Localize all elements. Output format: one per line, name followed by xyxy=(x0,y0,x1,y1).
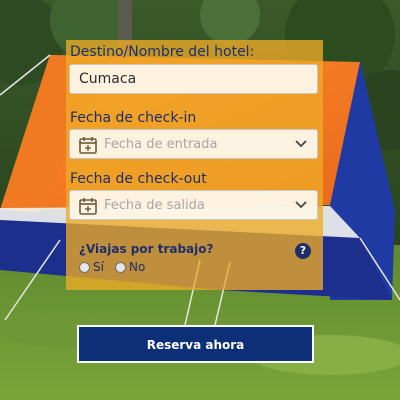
chevron-down-icon[interactable] xyxy=(295,200,307,210)
calendar-icon xyxy=(79,198,97,215)
calendar-icon xyxy=(79,137,97,154)
booking-form: Destino/Nombre del hotel: Cumaca Fecha d… xyxy=(66,40,323,290)
radio-button[interactable] xyxy=(115,261,126,273)
destination-input[interactable]: Cumaca xyxy=(69,64,318,94)
checkin-input[interactable] xyxy=(104,130,294,158)
destination-label: Destino/Nombre del hotel: xyxy=(70,44,255,60)
destination-value: Cumaca xyxy=(79,71,137,87)
radio-label-si: Sí xyxy=(93,260,104,274)
checkin-field[interactable] xyxy=(69,129,318,159)
radio-option-no[interactable]: No xyxy=(115,260,145,274)
checkin-label: Fecha de check-in xyxy=(70,110,197,126)
business-trip-question: ¿Viajas por trabajo? xyxy=(79,242,214,256)
checkout-input[interactable] xyxy=(104,191,294,219)
question-circle-icon[interactable]: ? xyxy=(295,243,311,259)
radio-option-si[interactable]: Sí xyxy=(79,260,104,274)
checkout-label: Fecha de check-out xyxy=(70,171,207,187)
radio-button[interactable] xyxy=(79,261,90,273)
book-now-button[interactable]: Reserva ahora xyxy=(77,325,314,363)
radio-label-no: No xyxy=(129,260,146,274)
checkout-field[interactable] xyxy=(69,190,318,220)
chevron-down-icon[interactable] xyxy=(295,139,307,149)
